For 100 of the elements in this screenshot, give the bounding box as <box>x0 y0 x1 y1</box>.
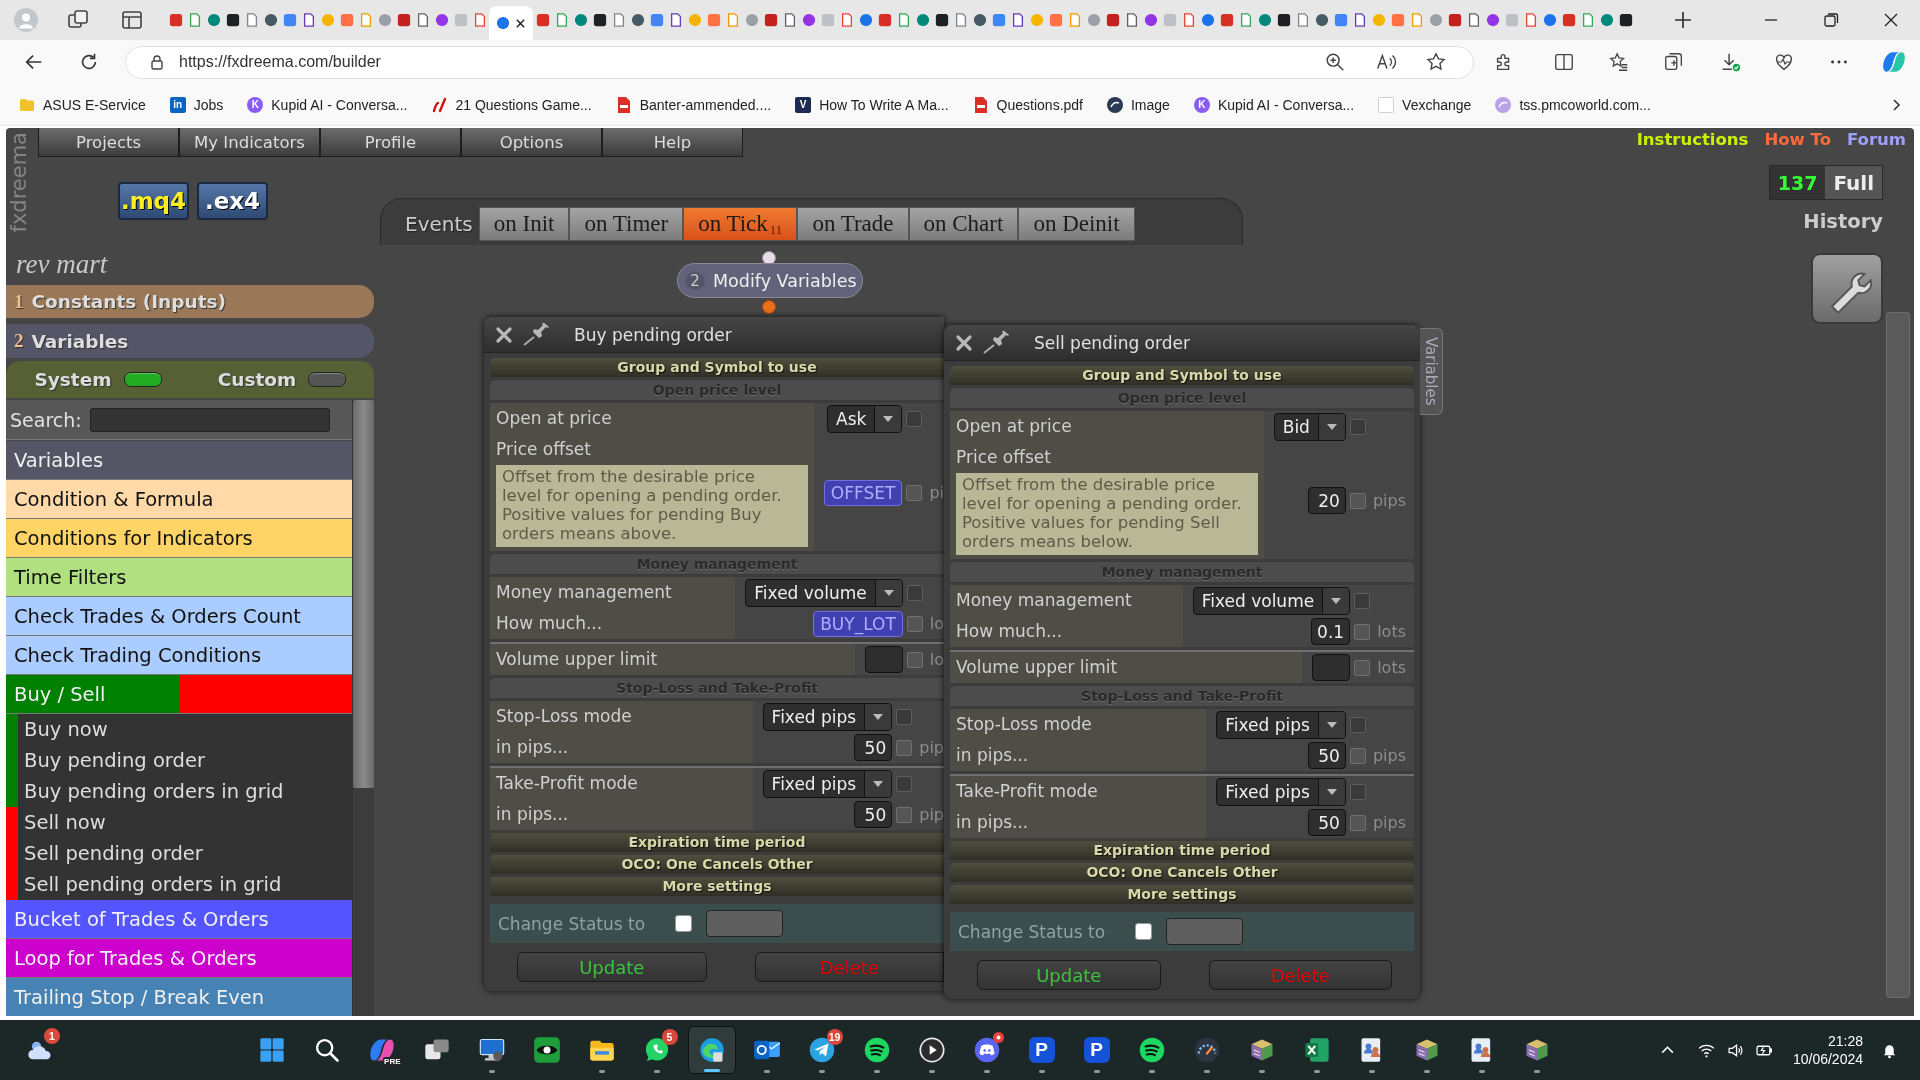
close-icon[interactable] <box>954 332 974 353</box>
heart-pulse-icon[interactable] <box>1773 51 1795 73</box>
clock-date[interactable]: 10/06/2024 <box>1792 1050 1863 1068</box>
swirl-logo-icon[interactable] <box>1881 49 1907 75</box>
bookmark-link[interactable]: K Kupid AI - Conversa... <box>247 96 408 113</box>
section-header[interactable]: Expiration time period <box>490 833 944 852</box>
widgets-button[interactable]: 1 <box>16 1026 64 1074</box>
block-list-item[interactable]: Buy now <box>6 714 352 745</box>
category-item[interactable]: Loop for Trades & Orders <box>6 939 352 978</box>
section-header[interactable]: More settings <box>490 877 944 896</box>
event-tab[interactable]: on Init <box>478 207 570 241</box>
header-link[interactable]: Forum <box>1847 130 1906 149</box>
block-list-item[interactable]: Sell now <box>6 807 352 838</box>
bookmark-link[interactable]: tss.pmcoworld.com... <box>1495 96 1651 113</box>
category-item[interactable]: Buy / Sell <box>6 675 179 713</box>
dropdown[interactable]: Fixed volume <box>1192 586 1351 615</box>
lock-icon[interactable] <box>149 54 165 70</box>
category-item[interactable]: Variables <box>6 441 352 480</box>
header-link[interactable]: Instructions <box>1636 130 1749 149</box>
tools-button[interactable] <box>1811 253 1883 324</box>
section-header[interactable]: Expiration time period <box>950 841 1414 860</box>
bookmark-link[interactable]: Questions.pdf <box>972 96 1083 113</box>
event-tab[interactable]: on Deinit <box>1018 207 1135 241</box>
value-field[interactable] <box>1312 654 1351 681</box>
checkbox[interactable] <box>896 806 913 823</box>
category-item[interactable]: Conditions for Indicators <box>6 519 352 558</box>
tab-actions-icon[interactable] <box>120 8 144 32</box>
mode-label[interactable]: Full <box>1825 166 1882 199</box>
favorites-icon[interactable] <box>1608 51 1630 73</box>
export-button[interactable]: .mq4 <box>118 182 189 220</box>
value-field[interactable]: 50 <box>854 801 893 828</box>
checkbox[interactable] <box>675 915 693 932</box>
export-button[interactable]: .ex4 <box>197 182 268 220</box>
update-button[interactable]: Update <box>977 960 1161 990</box>
checkbox[interactable] <box>1354 659 1371 676</box>
category-item[interactable]: Time Filters <box>6 558 352 597</box>
section-bar[interactable]: 2 Variables <box>6 324 374 358</box>
block-node[interactable]: 2 Modify Variables <box>677 263 863 298</box>
section-header[interactable]: Group and Symbol to use <box>490 358 944 377</box>
taskbar-app[interactable]: 19 <box>797 1026 846 1074</box>
dropdown[interactable]: Ask <box>827 404 903 433</box>
bookmark-link[interactable]: K Kupid AI - Conversa... <box>1193 96 1355 113</box>
update-button[interactable]: Update <box>517 952 707 982</box>
scrollbar[interactable] <box>352 400 374 1016</box>
value-field[interactable]: 20 <box>1307 487 1346 514</box>
split-screen-icon[interactable] <box>1553 51 1575 73</box>
checkbox[interactable] <box>896 739 913 756</box>
menu-tab[interactable]: Profile <box>320 128 461 157</box>
variable-field[interactable]: BUY_LOT <box>813 610 903 637</box>
checkbox[interactable] <box>1135 923 1153 940</box>
value-field[interactable]: 50 <box>1307 742 1346 769</box>
block-list-item[interactable]: Sell pending order <box>6 838 352 869</box>
address-bar[interactable]: https://fxdreema.com/builder <box>125 45 1474 79</box>
block-list-item[interactable]: Buy pending order <box>6 745 352 776</box>
block-list-item[interactable]: Buy pending orders in grid <box>6 776 352 807</box>
taskbar-app[interactable]: 5 <box>632 1026 681 1074</box>
category-item[interactable]: Trailing Stop / Break Even <box>6 978 352 1016</box>
menu-tab[interactable]: Options <box>461 128 602 157</box>
taskbar-app[interactable]: P <box>1072 1026 1121 1074</box>
checkbox[interactable] <box>1349 814 1366 831</box>
checkbox[interactable] <box>1349 747 1366 764</box>
value-field[interactable]: 50 <box>854 734 893 761</box>
dropdown[interactable]: Fixed pips <box>762 702 893 731</box>
toggle-switch[interactable] <box>123 372 162 387</box>
taskbar-app[interactable] <box>687 1026 736 1074</box>
toggle-switch[interactable] <box>308 372 347 387</box>
dropdown[interactable]: Fixed pips <box>762 769 893 798</box>
bookmark-link[interactable]: V How To Write A Ma... <box>795 96 949 113</box>
bookmark-link[interactable]: Vexchange <box>1378 96 1472 113</box>
section-header[interactable]: OCO: One Cancels Other <box>490 855 944 874</box>
taskbar-app[interactable]: P <box>1017 1026 1066 1074</box>
pin-icon[interactable] <box>982 330 1012 355</box>
variable-field[interactable]: OFFSET <box>823 479 903 506</box>
section-header[interactable]: More settings <box>950 885 1414 904</box>
dropdown[interactable]: Bid <box>1273 412 1346 441</box>
checkbox[interactable] <box>1349 492 1366 509</box>
category-item[interactable]: Bucket of Trades & Orders <box>6 900 352 939</box>
status-field[interactable] <box>1166 918 1244 945</box>
pin-icon[interactable] <box>522 322 552 347</box>
category-item[interactable]: Check Trades & Orders Count <box>6 597 352 636</box>
checkbox[interactable] <box>906 484 923 501</box>
history-link[interactable]: History <box>1803 210 1883 233</box>
dropdown[interactable]: Fixed pips <box>1216 777 1346 806</box>
zoom-in-icon[interactable] <box>1324 51 1346 73</box>
bookmark-link[interactable]: in Jobs <box>169 96 224 113</box>
dropdown[interactable]: Fixed volume <box>745 578 903 607</box>
bookmark-link[interactable]: ASUS E-Service <box>19 96 146 113</box>
collections-icon[interactable] <box>1663 51 1685 73</box>
event-tab[interactable]: on Trade <box>797 207 909 241</box>
taskbar-app[interactable]: PRE <box>357 1026 406 1074</box>
bookmark-link[interactable]: Banter-ammended.... <box>615 96 772 113</box>
menu-tab[interactable]: Help <box>602 128 743 157</box>
bookmark-link[interactable]: 21 Questions Game... <box>431 96 592 113</box>
close-icon[interactable] <box>494 324 514 345</box>
value-field[interactable] <box>864 646 903 673</box>
section-header[interactable]: OCO: One Cancels Other <box>950 863 1414 882</box>
restore-icon[interactable] <box>1821 10 1841 30</box>
category-item[interactable]: Condition & Formula <box>6 480 352 519</box>
value-field[interactable]: 50 <box>1307 809 1346 836</box>
section-header[interactable]: Group and Symbol to use <box>950 366 1414 385</box>
